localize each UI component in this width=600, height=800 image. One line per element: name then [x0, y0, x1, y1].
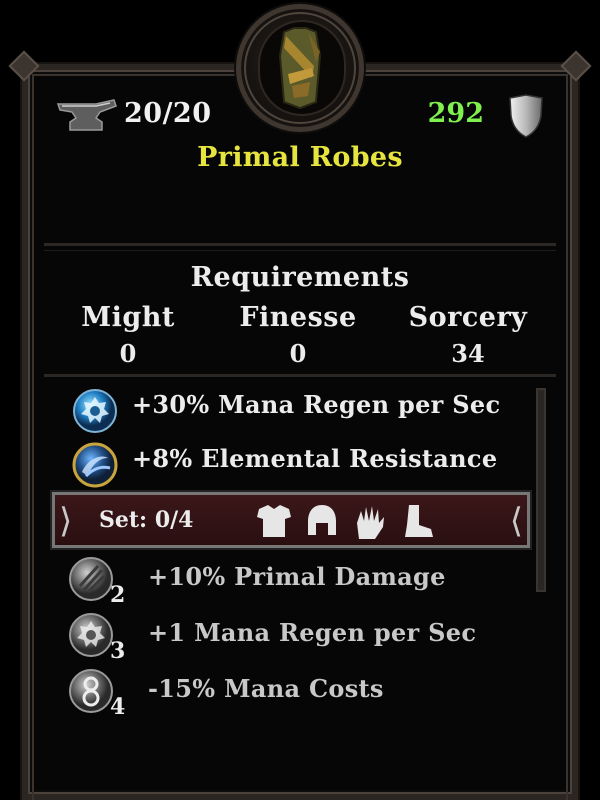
durability-value: 20/20 [124, 98, 212, 129]
boot-icon [405, 505, 433, 537]
requirement-value: 0 [289, 339, 307, 368]
set-label: Set: 0/4 [99, 507, 194, 533]
requirement-might: Might 0 [38, 300, 218, 372]
requirement-name: Sorcery [408, 302, 528, 333]
blue-gear-gem-icon [73, 389, 117, 433]
divider [44, 374, 556, 377]
set-bonus-text: -15% Mana Costs [148, 674, 384, 703]
scrollbar[interactable] [536, 388, 546, 592]
requirement-name: Finesse [239, 302, 357, 333]
requirement-name: Might [81, 302, 175, 333]
bonus-text: +8% Elemental Resistance [132, 444, 498, 473]
item-stat-row: 20/20 292 [0, 94, 600, 138]
set-piece-count: 2 [110, 582, 126, 608]
divider [44, 243, 556, 246]
chest-armor-icon [257, 505, 291, 537]
armor-value: 292 [427, 98, 484, 129]
requirement-value: 34 [451, 339, 485, 368]
requirement-finesse: Finesse 0 [208, 300, 388, 372]
bonus-text: +30% Mana Regen per Sec [132, 390, 501, 419]
scroll-ornament-icon: ⟩ [59, 501, 73, 541]
set-bonus-text: +10% Primal Damage [148, 562, 446, 591]
anvil-icon [56, 99, 117, 131]
helmet-icon [308, 505, 336, 535]
grey-eight-gem-icon [69, 669, 113, 713]
grey-gear-gem-icon [69, 613, 113, 657]
shield-icon [509, 94, 543, 138]
set-piece-count: 4 [110, 694, 126, 720]
requirement-value: 0 [119, 339, 137, 368]
requirement-sorcery: Sorcery 34 [378, 300, 558, 372]
gold-swirl-gem-icon [72, 442, 118, 488]
set-bonus-text: +1 Mana Regen per Sec [148, 618, 477, 647]
requirements-title: Requirements [190, 262, 410, 293]
scroll-ornament-icon: ⟨ [509, 501, 523, 541]
set-piece-count: 3 [110, 638, 126, 664]
grey-claw-gem-icon [69, 557, 113, 601]
item-name: Primal Robes [197, 142, 403, 173]
glove-icon [357, 506, 384, 539]
divider [44, 250, 556, 251]
set-bar: ⟩ Set: 0/4 ⟨ [50, 490, 532, 550]
